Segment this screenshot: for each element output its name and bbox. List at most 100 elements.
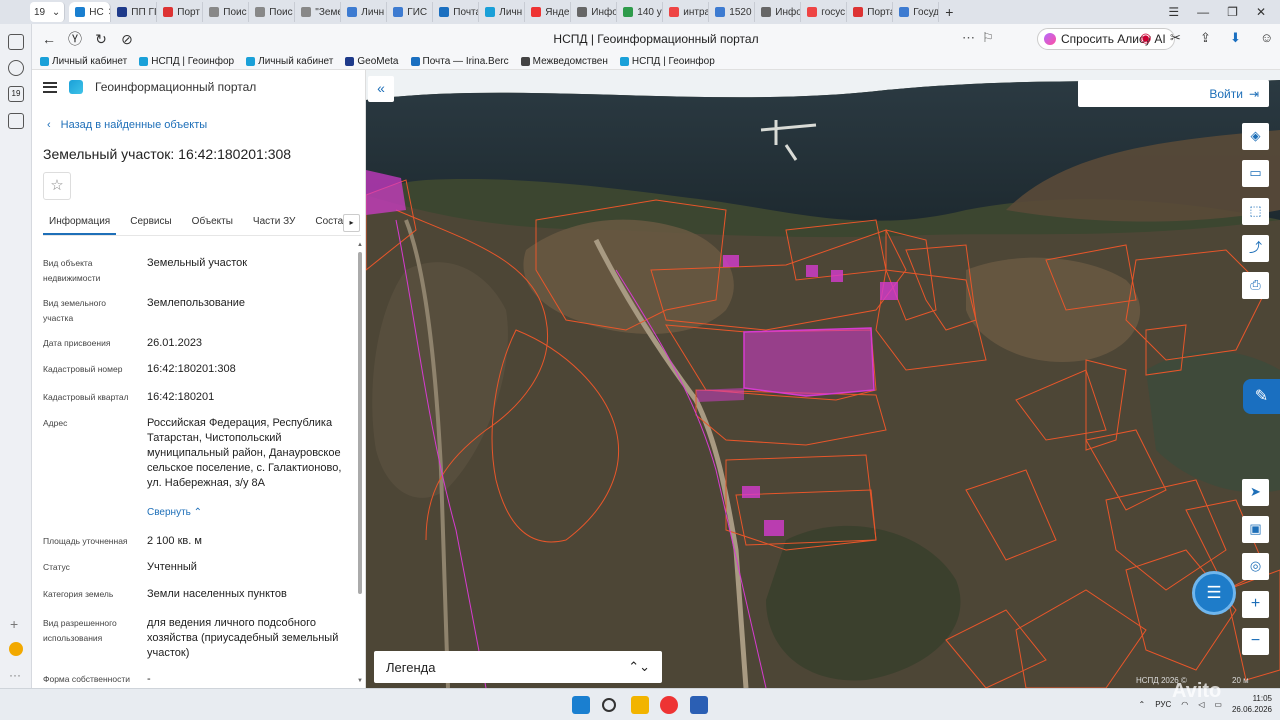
help-tab-icon[interactable]: ✎	[1243, 379, 1280, 414]
browser-tab[interactable]: Госуд	[893, 2, 940, 22]
reload-icon[interactable]: ↻	[88, 31, 114, 48]
browser-tab[interactable]: 1520	[709, 2, 756, 22]
tab-favicon-icon	[163, 7, 174, 17]
zoom-out-button[interactable]: −	[1242, 628, 1269, 655]
back-icon[interactable]: ←	[36, 31, 62, 47]
collapse-panel-button[interactable]: «	[368, 76, 394, 102]
browser-tab[interactable]: НС✕	[69, 2, 112, 22]
minimize-icon[interactable]: —	[1197, 5, 1209, 19]
yandex-browser-icon[interactable]	[660, 696, 678, 714]
bookmark-item[interactable]: Межведомствен	[520, 56, 608, 67]
favorite-star-button[interactable]: ☆	[43, 172, 71, 200]
bookmark-item[interactable]: НСПД | Геоинфор	[619, 56, 715, 67]
scrollbar-thumb[interactable]	[358, 252, 362, 594]
more-icon[interactable]: ···	[9, 668, 21, 682]
browser-tab[interactable]: Поис	[203, 2, 250, 22]
selected-parcel[interactable]	[743, 327, 875, 397]
tabs-next-button[interactable]: ▸	[343, 214, 360, 232]
map-view[interactable]	[366, 70, 1280, 688]
login-label: Войти	[1209, 86, 1243, 101]
downloads-icon[interactable]: ⬇	[1230, 30, 1241, 46]
legend-dropdown[interactable]: Легенда ⌃⌄	[374, 651, 662, 683]
browser-tab[interactable]: Личн	[341, 2, 388, 22]
bookmark-label: Личный кабинет	[258, 56, 334, 67]
tools-icon[interactable]: ✂	[1170, 30, 1181, 46]
print-button[interactable]: ⎙	[1242, 272, 1269, 299]
bookmark-item[interactable]: Личный кабинет	[40, 56, 127, 67]
new-tab-button[interactable]: +	[939, 2, 959, 22]
browser-tab[interactable]: Порта	[847, 2, 894, 22]
play-icon[interactable]	[8, 60, 24, 76]
close-icon[interactable]: ✕	[1256, 5, 1266, 19]
browser-tab[interactable]: Яндe	[525, 2, 572, 22]
profile-icon[interactable]: ☺	[1260, 30, 1273, 45]
locate-button[interactable]: ➤	[1242, 479, 1269, 506]
select-area-button[interactable]: ⬚	[1242, 198, 1269, 225]
browser-tab[interactable]: Почта	[433, 2, 480, 22]
zoom-in-button[interactable]: +	[1242, 591, 1269, 618]
collections-icon[interactable]	[8, 34, 24, 50]
camera-icon[interactable]	[8, 113, 24, 129]
tab-label: "Земе	[315, 6, 342, 18]
browser-tab[interactable]: Инфо	[571, 2, 618, 22]
scroll-down-icon[interactable]: ▼	[357, 678, 363, 684]
bookmark-item[interactable]: НСПД | Геоинфор	[139, 56, 234, 67]
menu-icon[interactable]	[43, 81, 57, 93]
window-controls: ☰ — ❐ ✕	[1168, 0, 1280, 24]
browser-tab[interactable]: "Земе	[295, 2, 342, 22]
search-icon[interactable]	[602, 698, 616, 712]
add-panel-icon[interactable]: +	[10, 616, 18, 632]
extension-icon[interactable]: ◉	[1140, 30, 1151, 46]
layers-button[interactable]: ◈	[1242, 123, 1269, 150]
chevron-up-icon: ⌃	[193, 507, 203, 518]
browser-tab[interactable]: Поис	[249, 2, 296, 22]
alice-button[interactable]: Спросить Алису AI	[1037, 28, 1175, 50]
file-explorer-icon[interactable]	[631, 696, 649, 714]
browser-tab[interactable]: Порт	[157, 2, 204, 22]
browser-tab[interactable]: Личн	[479, 2, 526, 22]
tab-counter[interactable]: 19 ⌄	[30, 2, 66, 22]
calendar-icon[interactable]: 19	[8, 86, 24, 102]
share-map-button[interactable]: ⤴	[1242, 235, 1269, 262]
word-icon[interactable]	[690, 696, 708, 714]
portal-header: Геоинформационный портал	[43, 80, 256, 94]
restore-icon[interactable]: ❐	[1227, 5, 1238, 19]
browser-tab[interactable]: Инфо	[755, 2, 802, 22]
browser-tab[interactable]: ГИС	[387, 2, 434, 22]
tab-menu-icon[interactable]: ☰	[1168, 5, 1179, 19]
tab-label: НС	[89, 6, 104, 18]
ai-panel-icon[interactable]	[9, 642, 23, 656]
bookmark-icon[interactable]: ⚐	[982, 30, 994, 46]
bookmark-item[interactable]: Личный кабинет	[246, 56, 333, 67]
tab-0[interactable]: Информация	[43, 214, 117, 235]
site-info-icon[interactable]: ⊘	[114, 31, 140, 48]
tab-3[interactable]: Части ЗУ	[247, 214, 301, 235]
browser-tab[interactable]: 140 у	[617, 2, 664, 22]
login-button[interactable]: Войти ⇥	[1078, 80, 1269, 107]
bookmark-item[interactable]: Почта — Irina.Berc	[410, 56, 509, 67]
bookmark-item[interactable]: GeoMeta	[345, 56, 399, 67]
panel-scrollbar[interactable]: ▲ ▼	[357, 242, 363, 686]
chat-button[interactable]: ☰	[1192, 571, 1236, 615]
browser-tab[interactable]: ПП ГІ	[111, 2, 158, 22]
tab-2[interactable]: Объекты	[186, 214, 239, 235]
back-to-results-link[interactable]: ‹ Назад в найденные объекты	[47, 119, 207, 131]
ruler-button[interactable]: ▭	[1242, 160, 1269, 187]
tab-1[interactable]: Сервисы	[124, 214, 177, 235]
more-options-icon[interactable]: ⋯	[962, 30, 975, 46]
attribute-label: Дата присвоения	[43, 338, 111, 348]
chevron-up-icon[interactable]: ⌃	[1139, 700, 1146, 709]
collapse-link[interactable]: Свернуть ⌃	[147, 507, 202, 518]
start-icon[interactable]	[572, 696, 590, 714]
share-icon[interactable]: ⇪	[1200, 30, 1211, 46]
browser-tab[interactable]: госус	[801, 2, 848, 22]
browser-tab[interactable]: интра	[663, 2, 710, 22]
clock[interactable]: 11:05 26.06.2026	[1232, 693, 1272, 715]
scroll-up-icon[interactable]: ▲	[357, 242, 363, 248]
minimap-button[interactable]: ▣	[1242, 516, 1269, 543]
language-indicator[interactable]: РУС	[1155, 700, 1171, 709]
yandex-icon[interactable]: Ⓨ	[62, 29, 88, 49]
selected-parcel-strip	[696, 388, 744, 402]
geolocation-button[interactable]: ◎	[1242, 553, 1269, 580]
bookmark-favicon-icon	[246, 57, 256, 66]
